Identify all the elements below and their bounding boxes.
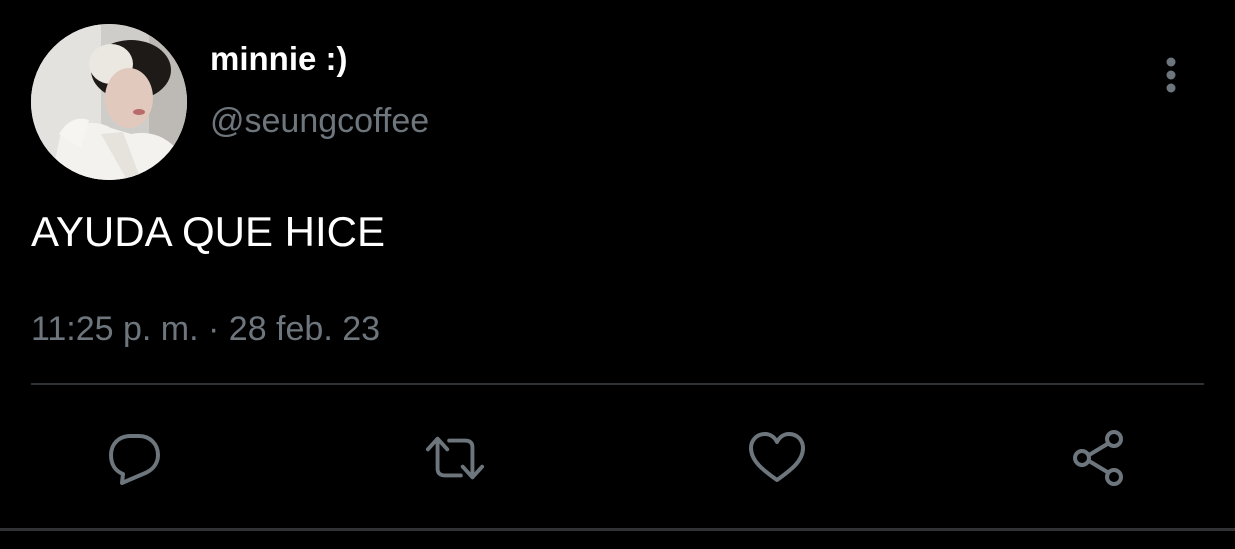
avatar-photo <box>31 24 187 180</box>
bottom-divider <box>0 528 1235 531</box>
share-icon <box>1073 430 1123 486</box>
divider <box>31 383 1204 385</box>
tweet-detail: minnie :) @seungcoffee AYUDA QUE HICE 11… <box>0 0 1235 549</box>
more-options-button[interactable] <box>1152 52 1190 98</box>
reply-icon <box>109 434 160 485</box>
heart-icon <box>749 432 805 482</box>
tweet-text: AYUDA QUE HICE <box>31 208 385 255</box>
user-handle[interactable]: @seungcoffee <box>210 102 429 141</box>
retweet-icon <box>425 436 485 480</box>
share-button[interactable] <box>1068 427 1130 489</box>
reply-button[interactable] <box>104 427 166 489</box>
vertical-dots-icon <box>1166 57 1176 93</box>
avatar[interactable] <box>31 24 187 180</box>
like-button[interactable] <box>746 427 808 489</box>
tweet-timestamp[interactable]: 11:25 p. m. · 28 feb. 23 <box>31 310 380 349</box>
retweet-button[interactable] <box>424 427 486 489</box>
display-name[interactable]: minnie :) <box>210 40 348 78</box>
